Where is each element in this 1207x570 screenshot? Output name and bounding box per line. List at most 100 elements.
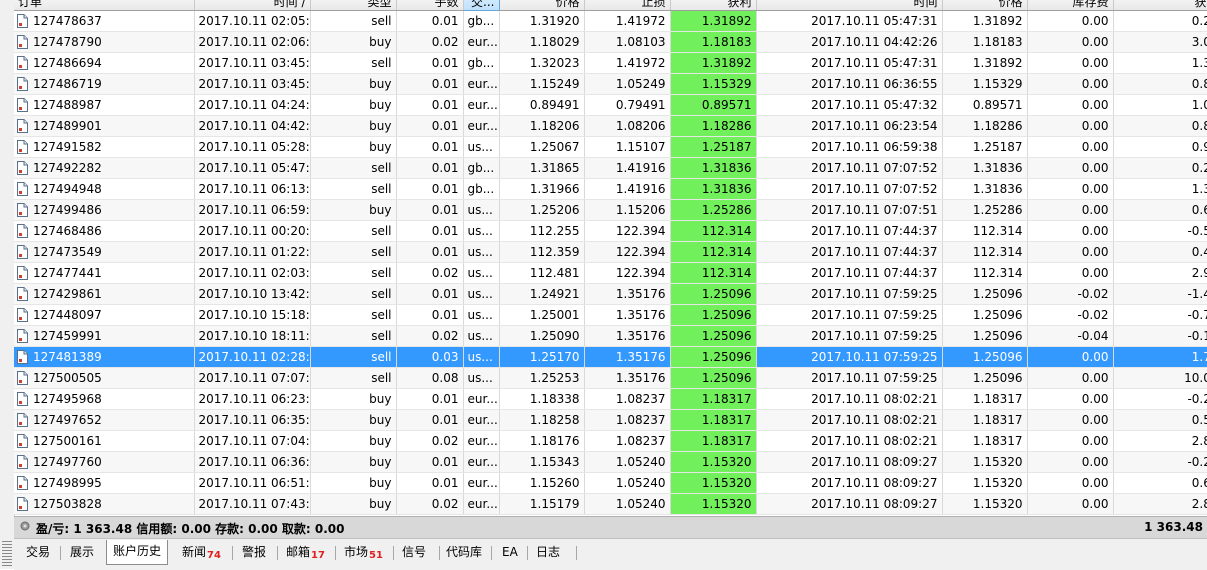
tab-news[interactable]: 新闻74 xyxy=(176,542,227,562)
close-price-cell: 1.15320 xyxy=(942,472,1028,494)
symbol-cell: gb... xyxy=(463,52,500,74)
table-row[interactable]: 127429861 2017.10.10 13:42:13sell0.01us..… xyxy=(14,283,1207,305)
table-row[interactable]: 127478637 2017.10.11 02:05:53sell0.01gb..… xyxy=(14,10,1207,32)
profit-cell: -0.76 xyxy=(1113,304,1207,326)
table-row[interactable]: 127489901 2017.10.11 04:42:27buy0.01eur..… xyxy=(14,115,1207,137)
open-price-cell: 1.18206 xyxy=(499,115,585,137)
profit-cell: 0.96 xyxy=(1113,136,1207,158)
closed-order-icon xyxy=(17,392,28,406)
open-time-cell: 2017.10.11 03:45:24 xyxy=(194,73,311,95)
tab-market[interactable]: 市场51 xyxy=(338,542,389,562)
table-row[interactable]: 127477441 2017.10.11 02:03:00sell0.02us..… xyxy=(14,262,1207,284)
tab-label: 市场 xyxy=(344,545,369,559)
tab-account-history[interactable]: 账户历史 xyxy=(106,540,169,565)
column-header-open-price[interactable]: 价格 xyxy=(499,0,585,11)
profit-cell: 0.80 xyxy=(1113,115,1207,137)
tab-label: 交易 xyxy=(26,545,51,559)
close-price-cell: 1.25187 xyxy=(942,136,1028,158)
stop-loss-cell: 1.41916 xyxy=(584,157,671,179)
order-number: 127468486 xyxy=(33,224,102,238)
swap-cell: -0.04 xyxy=(1027,325,1114,347)
column-header-stop-loss[interactable]: 止损 xyxy=(584,0,671,11)
table-row[interactable]: 127468486 2017.10.11 00:20:19sell0.01us..… xyxy=(14,220,1207,242)
stop-loss-cell: 1.15206 xyxy=(584,199,671,221)
tab-trade[interactable]: 交易 xyxy=(20,542,56,562)
open-price-cell: 1.31920 xyxy=(499,10,585,32)
tab-divider xyxy=(60,546,61,560)
take-profit-cell: 1.25096 xyxy=(670,367,757,389)
open-time-cell: 2017.10.11 06:23:54 xyxy=(194,388,311,410)
column-header-lots[interactable]: 手数 xyxy=(396,0,464,11)
column-header-symbol[interactable]: 交... xyxy=(462,0,500,11)
order-cell: 127488987 xyxy=(14,94,195,116)
close-time-cell: 2017.10.11 07:07:51 xyxy=(756,199,943,221)
column-header-take-profit[interactable]: 获利 xyxy=(670,0,757,11)
column-header-profit[interactable]: 获利 xyxy=(1113,0,1207,11)
table-row[interactable]: 127486694 2017.10.11 03:45:08sell0.01gb..… xyxy=(14,52,1207,74)
grip-icon[interactable] xyxy=(2,540,12,566)
table-row[interactable]: 127491582 2017.10.11 05:28:09buy0.01us...… xyxy=(14,136,1207,158)
tab-experts[interactable]: EA xyxy=(496,542,524,562)
profit-cell: 0.40 xyxy=(1113,241,1207,263)
swap-cell: 0.00 xyxy=(1027,430,1114,452)
order-cell: 127478637 xyxy=(14,10,195,32)
lots-cell: 0.01 xyxy=(396,409,464,431)
table-row[interactable]: 127497760 2017.10.11 06:36:55buy0.01eur..… xyxy=(14,451,1207,473)
tab-exposure[interactable]: 展示 xyxy=(64,542,100,562)
type-cell: buy xyxy=(310,493,397,515)
table-row[interactable]: 127481389 2017.10.11 02:28:00sell0.03us..… xyxy=(14,346,1207,368)
tab-alerts[interactable]: 警报 xyxy=(236,542,272,562)
order-number: 127488987 xyxy=(33,98,102,112)
table-row[interactable]: 127500505 2017.10.11 07:07:00sell0.08us..… xyxy=(14,367,1207,389)
open-price-cell: 1.18258 xyxy=(499,409,585,431)
column-header-open-time[interactable]: 时间 / xyxy=(194,0,311,11)
table-row[interactable]: 127486719 2017.10.11 03:45:24buy0.01eur..… xyxy=(14,73,1207,95)
table-row[interactable]: 127494948 2017.10.11 06:13:09sell0.01gb..… xyxy=(14,178,1207,200)
table-row[interactable]: 127459991 2017.10.10 18:11:00sell0.02us..… xyxy=(14,325,1207,347)
open-time-cell: 2017.10.11 07:07:00 xyxy=(194,367,311,389)
table-row[interactable]: 127499486 2017.10.11 06:59:38buy0.01us...… xyxy=(14,199,1207,221)
tab-signals[interactable]: 信号 xyxy=(396,542,432,562)
table-row[interactable]: 127478790 2017.10.11 02:06:00buy0.02eur..… xyxy=(14,31,1207,53)
order-number: 127492282 xyxy=(33,161,102,175)
swap-cell: 0.00 xyxy=(1027,388,1114,410)
open-price-cell: 112.255 xyxy=(499,220,585,242)
column-header-order[interactable]: 订单 xyxy=(14,0,195,11)
column-header-close-price[interactable]: 价格 xyxy=(942,0,1028,11)
take-profit-cell: 1.18317 xyxy=(670,409,757,431)
tab-mailbox[interactable]: 邮箱17 xyxy=(280,542,331,562)
column-header-close-time[interactable]: 时间 xyxy=(756,0,943,11)
table-row[interactable]: 127492282 2017.10.11 05:47:31sell0.01gb..… xyxy=(14,157,1207,179)
symbol-cell: us... xyxy=(463,241,500,263)
order-number: 127497652 xyxy=(33,413,102,427)
open-time-cell: 2017.10.11 05:28:09 xyxy=(194,136,311,158)
symbol-cell: eur... xyxy=(463,388,500,410)
open-price-cell: 1.15249 xyxy=(499,73,585,95)
profit-cell: 0.64 xyxy=(1113,199,1207,221)
table-row[interactable]: 127498995 2017.10.11 06:51:02buy0.01eur..… xyxy=(14,472,1207,494)
take-profit-cell: 1.25286 xyxy=(670,199,757,221)
table-row[interactable]: 127473549 2017.10.11 01:22:03sell0.01us..… xyxy=(14,241,1207,263)
closed-order-icon xyxy=(17,14,28,28)
stop-loss-cell: 1.35176 xyxy=(584,346,671,368)
table-row[interactable]: 127500161 2017.10.11 07:04:09buy0.02eur..… xyxy=(14,430,1207,452)
table-row[interactable]: 127495968 2017.10.11 06:23:54buy0.01eur..… xyxy=(14,388,1207,410)
toolbox-side-strip[interactable] xyxy=(0,0,15,569)
column-header-type[interactable]: 类型 xyxy=(310,0,397,11)
column-header-swap[interactable]: 库存费 xyxy=(1027,0,1114,11)
open-time-cell: 2017.10.11 02:28:00 xyxy=(194,346,311,368)
table-row[interactable]: 127497652 2017.10.11 06:35:10buy0.01eur..… xyxy=(14,409,1207,431)
terminal-tab-bar: 交易 展示 账户历史 新闻74 警报 邮箱17 市场51 信号 代码库 EA 日… xyxy=(14,538,1207,570)
table-row[interactable]: 127503828 2017.10.11 07:43:06buy0.02eur..… xyxy=(14,493,1207,515)
table-row[interactable]: 127488987 2017.10.11 04:24:47buy0.01eur..… xyxy=(14,94,1207,116)
closed-order-icon xyxy=(17,476,28,490)
tab-journal[interactable]: 日志 xyxy=(530,542,566,562)
stop-loss-cell: 122.394 xyxy=(584,241,671,263)
swap-cell: 0.00 xyxy=(1027,115,1114,137)
table-row[interactable]: 127448097 2017.10.10 15:18:10sell0.01us..… xyxy=(14,304,1207,326)
order-cell: 127497760 xyxy=(14,451,195,473)
tab-label: 代码库 xyxy=(446,545,483,559)
tab-code-base[interactable]: 代码库 xyxy=(440,542,488,562)
tab-label: 邮箱 xyxy=(286,545,311,559)
close-time-cell: 2017.10.11 06:59:38 xyxy=(756,136,943,158)
